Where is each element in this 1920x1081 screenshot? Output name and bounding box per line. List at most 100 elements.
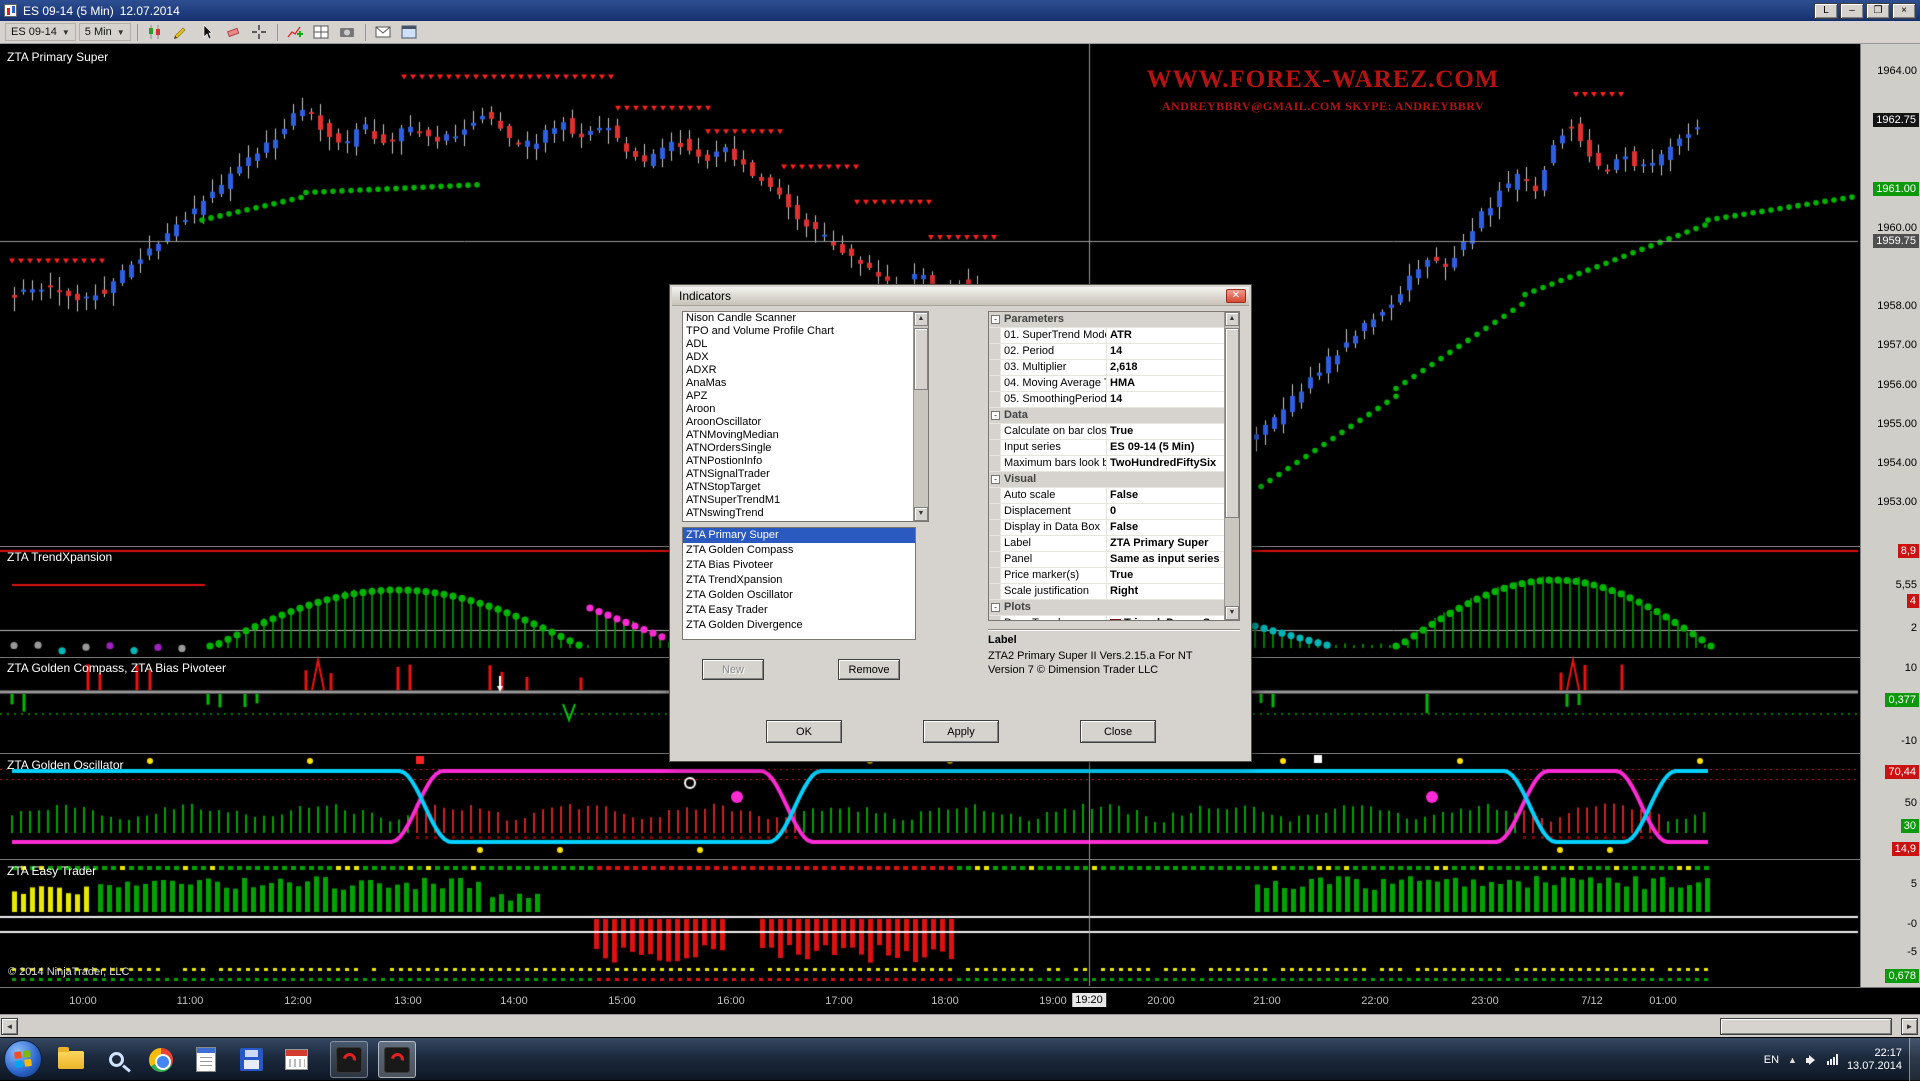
network-icon[interactable] bbox=[1827, 1054, 1838, 1065]
property-value[interactable]: 14 bbox=[1107, 392, 1224, 407]
indicator-list-item[interactable]: ATNSignalTrader bbox=[683, 468, 913, 481]
property-value[interactable]: 2,618 bbox=[1107, 360, 1224, 375]
property-row[interactable]: 02. Period14 bbox=[989, 344, 1224, 360]
instrument-dropdown[interactable]: ES 09-14▼ bbox=[5, 23, 76, 41]
taskbar-search-button[interactable] bbox=[97, 1041, 135, 1078]
property-value[interactable]: Same as input series bbox=[1107, 552, 1224, 567]
selected-indicator-item[interactable]: ZTA Primary Super bbox=[683, 528, 915, 543]
property-value[interactable]: True bbox=[1107, 424, 1224, 439]
close-dialog-button[interactable]: Close bbox=[1080, 720, 1156, 743]
property-value[interactable]: TriangleDown; S bbox=[1107, 616, 1224, 621]
property-value[interactable]: Right bbox=[1107, 584, 1224, 599]
speaker-icon[interactable] bbox=[1806, 1054, 1818, 1066]
link-button[interactable]: L bbox=[1814, 3, 1838, 19]
maximize-button[interactable]: ❐ bbox=[1866, 3, 1890, 19]
tray-expand-icon[interactable]: ▲ bbox=[1788, 1055, 1797, 1065]
indicator-list-item[interactable]: ATNOrdersSingle bbox=[683, 442, 913, 455]
taskbar-notepad-button[interactable] bbox=[187, 1041, 225, 1078]
scroll-up-arrow[interactable]: ▲ bbox=[1225, 312, 1239, 326]
indicator-list-item[interactable]: Aroon bbox=[683, 403, 913, 416]
property-value[interactable]: True bbox=[1107, 568, 1224, 583]
window-titlebar[interactable]: ES 09-14 (5 Min) 12.07.2014 L – ❐ × bbox=[0, 0, 1920, 21]
property-row[interactable]: Scale justificationRight bbox=[989, 584, 1224, 600]
property-category[interactable]: -Plots bbox=[989, 600, 1224, 616]
property-value[interactable]: 0 bbox=[1107, 504, 1224, 519]
taskbar-ninjatrader-button-2[interactable] bbox=[378, 1041, 416, 1078]
drawing-tools-button[interactable] bbox=[170, 23, 193, 42]
property-row[interactable]: 05. SmoothingPeriod14 bbox=[989, 392, 1224, 408]
chart-style-button[interactable] bbox=[144, 23, 167, 42]
close-button[interactable]: × bbox=[1892, 3, 1916, 19]
indicator-list-item[interactable]: ATNSuperTrendM1 bbox=[683, 494, 913, 507]
scroll-up-arrow[interactable]: ▲ bbox=[914, 312, 928, 326]
taskbar-save-button[interactable] bbox=[232, 1041, 270, 1078]
available-indicators-list[interactable]: ▲ ▼ Nison Candle ScannerTPO and Volume P… bbox=[682, 311, 929, 522]
property-row[interactable]: DownTrendTriangleDown; S bbox=[989, 616, 1224, 621]
data-grid-button[interactable] bbox=[310, 23, 333, 42]
selected-indicator-item[interactable]: ZTA Easy Trader bbox=[683, 603, 915, 618]
property-row[interactable]: PanelSame as input series bbox=[989, 552, 1224, 568]
collapse-icon[interactable]: - bbox=[991, 603, 1000, 612]
indicator-list-item[interactable]: AnaMas bbox=[683, 377, 913, 390]
dialog-titlebar[interactable]: Indicators ✕ bbox=[672, 287, 1249, 306]
indicator-list-item[interactable]: AroonOscillator bbox=[683, 416, 913, 429]
eraser-button[interactable] bbox=[222, 23, 245, 42]
chart-horizontal-scrollbar[interactable]: ◄ ► bbox=[0, 1014, 1920, 1037]
selected-indicator-item[interactable]: ZTA Golden Compass bbox=[683, 543, 915, 558]
property-row[interactable]: Calculate on bar closeTrue bbox=[989, 424, 1224, 440]
property-value[interactable]: 14 bbox=[1107, 344, 1224, 359]
dialog-close-button[interactable]: ✕ bbox=[1226, 289, 1246, 303]
selected-indicators-list[interactable]: ZTA Primary SuperZTA Golden CompassZTA B… bbox=[682, 527, 916, 640]
indicators-button[interactable] bbox=[284, 23, 307, 42]
scroll-right-arrow[interactable]: ► bbox=[1901, 1018, 1918, 1035]
selected-indicator-item[interactable]: ZTA Golden Oscillator bbox=[683, 588, 915, 603]
snapshot-button[interactable] bbox=[336, 23, 359, 42]
apply-button[interactable]: Apply bbox=[923, 720, 999, 743]
property-category[interactable]: -Parameters bbox=[989, 312, 1224, 328]
property-category[interactable]: -Data bbox=[989, 408, 1224, 424]
property-row[interactable]: LabelZTA Primary Super bbox=[989, 536, 1224, 552]
property-row[interactable]: Displacement0 bbox=[989, 504, 1224, 520]
indicator-list-item[interactable]: Nison Candle Scanner bbox=[683, 312, 913, 325]
taskbar-ninjatrader-button[interactable] bbox=[330, 1041, 368, 1078]
scrollbar-thumb[interactable] bbox=[1720, 1018, 1892, 1035]
start-button[interactable] bbox=[4, 1040, 42, 1078]
selected-indicator-item[interactable]: ZTA Golden Divergence bbox=[683, 618, 915, 633]
panel-separator[interactable] bbox=[0, 859, 1920, 860]
property-value[interactable]: False bbox=[1107, 520, 1224, 535]
price-scale[interactable]: 1964.001962.751961.001960.001959.751958.… bbox=[1860, 44, 1920, 987]
indicator-list-item[interactable]: ADXR bbox=[683, 364, 913, 377]
period-dropdown[interactable]: 5 Min▼ bbox=[79, 23, 131, 41]
indicator-list-item[interactable]: ATNMovingMedian bbox=[683, 429, 913, 442]
taskbar-chrome-button[interactable] bbox=[142, 1041, 180, 1078]
property-row[interactable]: 03. Multiplier2,618 bbox=[989, 360, 1224, 376]
indicator-list-item[interactable]: ATNPostionInfo bbox=[683, 455, 913, 468]
taskbar-explorer-button[interactable] bbox=[52, 1041, 90, 1078]
indicator-list-item[interactable]: ADL bbox=[683, 338, 913, 351]
collapse-icon[interactable]: - bbox=[991, 475, 1000, 484]
time-axis[interactable]: 10:0011:0012:0013:0014:0015:0016:0017:00… bbox=[0, 987, 1920, 1014]
property-value[interactable]: ES 09-14 (5 Min) bbox=[1107, 440, 1224, 455]
language-indicator[interactable]: EN bbox=[1764, 1054, 1779, 1066]
cursor-button[interactable] bbox=[196, 23, 219, 42]
property-value[interactable]: ZTA Primary Super bbox=[1107, 536, 1224, 551]
collapse-icon[interactable]: - bbox=[991, 411, 1000, 420]
mail-button[interactable] bbox=[372, 23, 395, 42]
tray-clock[interactable]: 22:17 13.07.2014 bbox=[1847, 1047, 1902, 1073]
property-category[interactable]: -Visual bbox=[989, 472, 1224, 488]
selected-indicator-item[interactable]: ZTA Bias Pivoteer bbox=[683, 558, 915, 573]
property-row[interactable]: 01. SuperTrend ModeATR bbox=[989, 328, 1224, 344]
selected-indicator-item[interactable]: ZTA TrendXpansion bbox=[683, 573, 915, 588]
available-list-scrollbar[interactable]: ▲ ▼ bbox=[913, 312, 928, 521]
property-grid[interactable]: ▲ ▼ -Parameters01. SuperTrend ModeATR02.… bbox=[988, 311, 1240, 621]
scrollbar-thumb[interactable] bbox=[1225, 328, 1239, 518]
property-value[interactable]: ATR bbox=[1107, 328, 1224, 343]
property-row[interactable]: Input seriesES 09-14 (5 Min) bbox=[989, 440, 1224, 456]
remove-button[interactable]: Remove bbox=[838, 659, 900, 680]
taskbar-calendar-button[interactable] bbox=[277, 1041, 315, 1078]
property-row[interactable]: Price marker(s)True bbox=[989, 568, 1224, 584]
indicator-list-item[interactable]: ATNStopTarget bbox=[683, 481, 913, 494]
show-desktop-button[interactable] bbox=[1909, 1038, 1920, 1081]
property-row[interactable]: Auto scaleFalse bbox=[989, 488, 1224, 504]
scrollbar-thumb[interactable] bbox=[914, 328, 928, 390]
